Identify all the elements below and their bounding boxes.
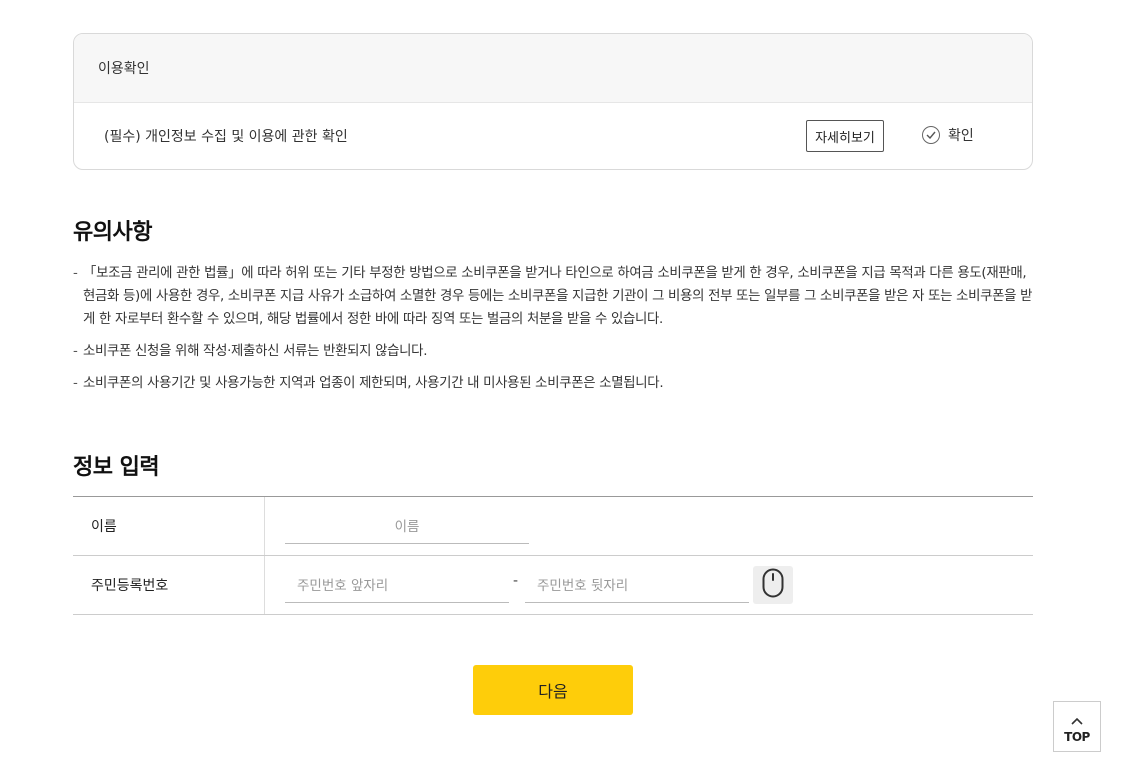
- scroll-top-button[interactable]: TOP: [1053, 701, 1101, 752]
- rrn-front-input[interactable]: [285, 569, 509, 603]
- mouse-icon: [762, 568, 784, 602]
- consent-header: 이용확인: [74, 34, 1032, 103]
- confirm-label: 확인: [948, 128, 974, 144]
- info-input-title: 정보 입력: [73, 455, 160, 480]
- name-row: 이름: [73, 497, 1033, 556]
- check-circle-icon: [922, 126, 940, 144]
- notice-title: 유의사항: [73, 220, 152, 245]
- consent-box: 이용확인 (필수) 개인정보 수집 및 이용에 관한 확인 자세히보기 확인: [73, 33, 1033, 170]
- name-input[interactable]: [285, 510, 529, 544]
- consent-item-text: (필수) 개인정보 수집 및 이용에 관한 확인: [104, 129, 348, 145]
- info-form-table: 이름 주민등록번호 -: [73, 496, 1033, 615]
- rrn-row: 주민등록번호 -: [73, 556, 1033, 615]
- next-button[interactable]: 다음: [473, 665, 633, 715]
- rrn-separator: -: [513, 573, 519, 589]
- notice-list: 「보조금 관리에 관한 법률」에 따라 허위 또는 기타 부정한 방법으로 소비…: [73, 262, 1033, 404]
- notice-item: 소비쿠폰의 사용기간 및 사용가능한 지역과 업종이 제한되며, 사용기간 내 …: [73, 372, 1033, 395]
- rrn-label: 주민등록번호: [73, 556, 265, 614]
- name-cell: [265, 497, 1033, 555]
- rrn-cell: -: [265, 556, 1033, 614]
- rrn-back-input[interactable]: [525, 569, 749, 603]
- chevron-up-icon: [1071, 710, 1083, 729]
- top-label: TOP: [1064, 729, 1090, 744]
- confirm-checkbox[interactable]: 확인: [922, 125, 974, 145]
- virtual-keypad-button[interactable]: [753, 566, 793, 604]
- view-details-button[interactable]: 자세히보기: [806, 120, 884, 152]
- notice-item: 소비쿠폰 신청을 위해 작성·제출하신 서류는 반환되지 않습니다.: [73, 340, 1033, 363]
- notice-item: 「보조금 관리에 관한 법률」에 따라 허위 또는 기타 부정한 방법으로 소비…: [73, 262, 1033, 331]
- consent-item-row: (필수) 개인정보 수집 및 이용에 관한 확인 자세히보기 확인: [74, 103, 1032, 169]
- name-label: 이름: [73, 497, 265, 555]
